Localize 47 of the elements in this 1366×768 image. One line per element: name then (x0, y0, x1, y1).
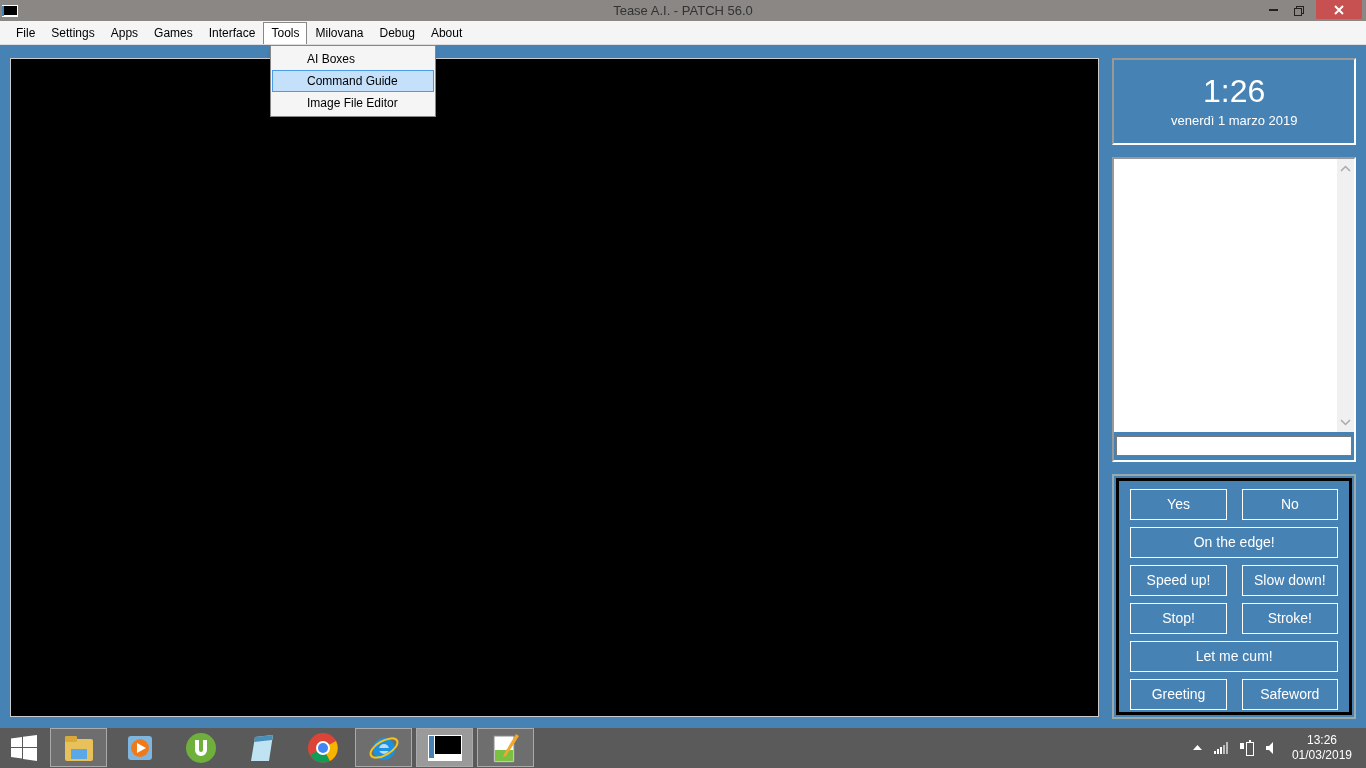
scroll-up-icon (1340, 164, 1351, 172)
response-button[interactable]: Speed up! (1130, 564, 1227, 596)
close-icon (1334, 4, 1344, 15)
window-title: Tease A.I. - PATCH 56.0 (613, 2, 753, 20)
editor-icon (491, 731, 520, 764)
battery-icon (1239, 739, 1254, 756)
response-button[interactable]: Slow down! (1241, 564, 1338, 596)
minimize-icon (1268, 9, 1278, 13)
response-button[interactable]: Stroke! (1241, 602, 1338, 634)
menu-item[interactable]: Apps (102, 21, 147, 44)
app-icon (2, 4, 18, 17)
scrollbar[interactable] (1337, 158, 1354, 432)
dropdown-item[interactable]: Image File Editor (272, 92, 434, 114)
menu-item[interactable]: About (422, 21, 471, 44)
torrent-icon (184, 731, 217, 764)
menu-item[interactable]: File (8, 21, 44, 44)
windows-logo-icon (11, 734, 37, 761)
menu-item[interactable]: Tools (263, 21, 308, 44)
response-button[interactable]: Yes (1130, 488, 1227, 520)
menu-item[interactable]: Debug (371, 21, 423, 44)
tray-time: 13:26 (1306, 732, 1337, 748)
chat-input[interactable] (1116, 435, 1352, 456)
close-button[interactable] (1316, 0, 1362, 19)
response-button[interactable]: No (1241, 488, 1338, 520)
response-button[interactable]: Greeting (1130, 678, 1227, 710)
menu-item[interactable]: Games (146, 21, 201, 44)
menu-item[interactable]: Milovana (307, 21, 372, 44)
signal-icon (1213, 741, 1228, 754)
taskbar-button[interactable] (477, 728, 534, 768)
speaker-icon (1265, 740, 1274, 755)
restore-icon (1294, 5, 1304, 16)
response-button[interactable]: Safeword (1241, 678, 1338, 710)
show-hidden-icon (1192, 745, 1202, 751)
response-button[interactable]: Let me cum! (1130, 640, 1338, 672)
scroll-down-icon (1340, 418, 1351, 426)
response-button[interactable]: Stop! (1130, 602, 1227, 634)
taskbar-button[interactable] (416, 728, 473, 768)
clock-time: 1:26 (1203, 72, 1266, 109)
tray-date: 01/03/2019 (1291, 747, 1352, 763)
browser-icon (306, 731, 339, 764)
app-window-icon (427, 734, 462, 761)
response-button[interactable]: On the edge! (1130, 526, 1338, 558)
menu-item[interactable]: Interface (200, 21, 264, 44)
clock-date: venerdì 1 marzo 2019 (1170, 111, 1298, 130)
dropdown-item[interactable]: AI Boxes (272, 48, 434, 70)
menu-item[interactable]: Settings (43, 21, 103, 44)
dropdown-item[interactable]: Command Guide (272, 70, 434, 92)
